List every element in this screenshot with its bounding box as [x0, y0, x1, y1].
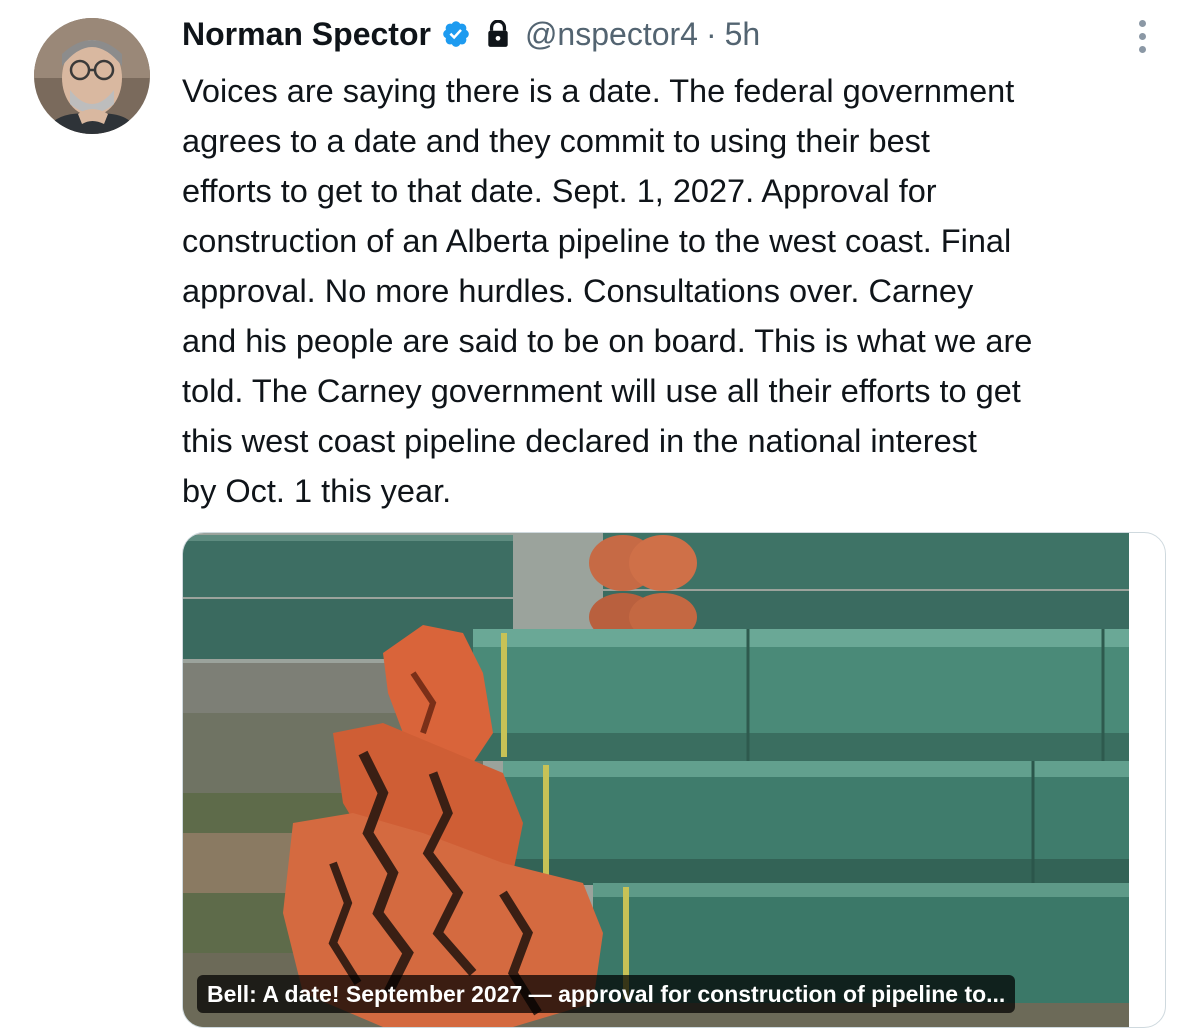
pipeline-photo [183, 533, 1129, 1027]
more-vertical-icon[interactable] [1126, 14, 1158, 58]
tweet-text: Voices are saying there is a date. The f… [182, 66, 1182, 516]
author-avatar[interactable] [34, 18, 150, 134]
link-card[interactable]: Bell: A date! September 2027 — approval … [182, 532, 1166, 1028]
tweet-text-line: construction of an Alberta pipeline to t… [182, 223, 1012, 259]
tweet-text-line: by Oct. 1 this year. [182, 473, 452, 509]
more-dot [1138, 32, 1146, 40]
link-card-caption: Bell: A date! September 2027 — approval … [197, 975, 1016, 1013]
verified-badge-icon[interactable] [441, 19, 471, 49]
tweet-text-line: this west coast pipeline declared in the… [182, 423, 977, 459]
lock-icon [485, 20, 511, 48]
more-dot [1138, 19, 1146, 27]
tweet-text-line: and his people are said to be on board. … [182, 323, 1033, 359]
tweet-text-line: Voices are saying there is a date. The f… [182, 73, 1015, 109]
tweet-text-line: told. The Carney government will use all… [182, 373, 1021, 409]
tweet-text-line: agrees to a date and they commit to usin… [182, 123, 930, 159]
tweet-timestamp[interactable]: 5h [725, 16, 761, 53]
tweet-header: Norman Spector @nspector4 · 5h [182, 12, 760, 56]
tweet-text-line: approval. No more hurdles. Consultations… [182, 273, 974, 309]
dot-separator: · [705, 15, 717, 52]
avatar-portrait [34, 18, 150, 134]
tweet-text-line: efforts to get to that date. Sept. 1, 20… [182, 173, 937, 209]
more-dot [1138, 45, 1146, 53]
author-handle[interactable]: @nspector4 [525, 16, 698, 53]
author-name[interactable]: Norman Spector [182, 16, 431, 53]
